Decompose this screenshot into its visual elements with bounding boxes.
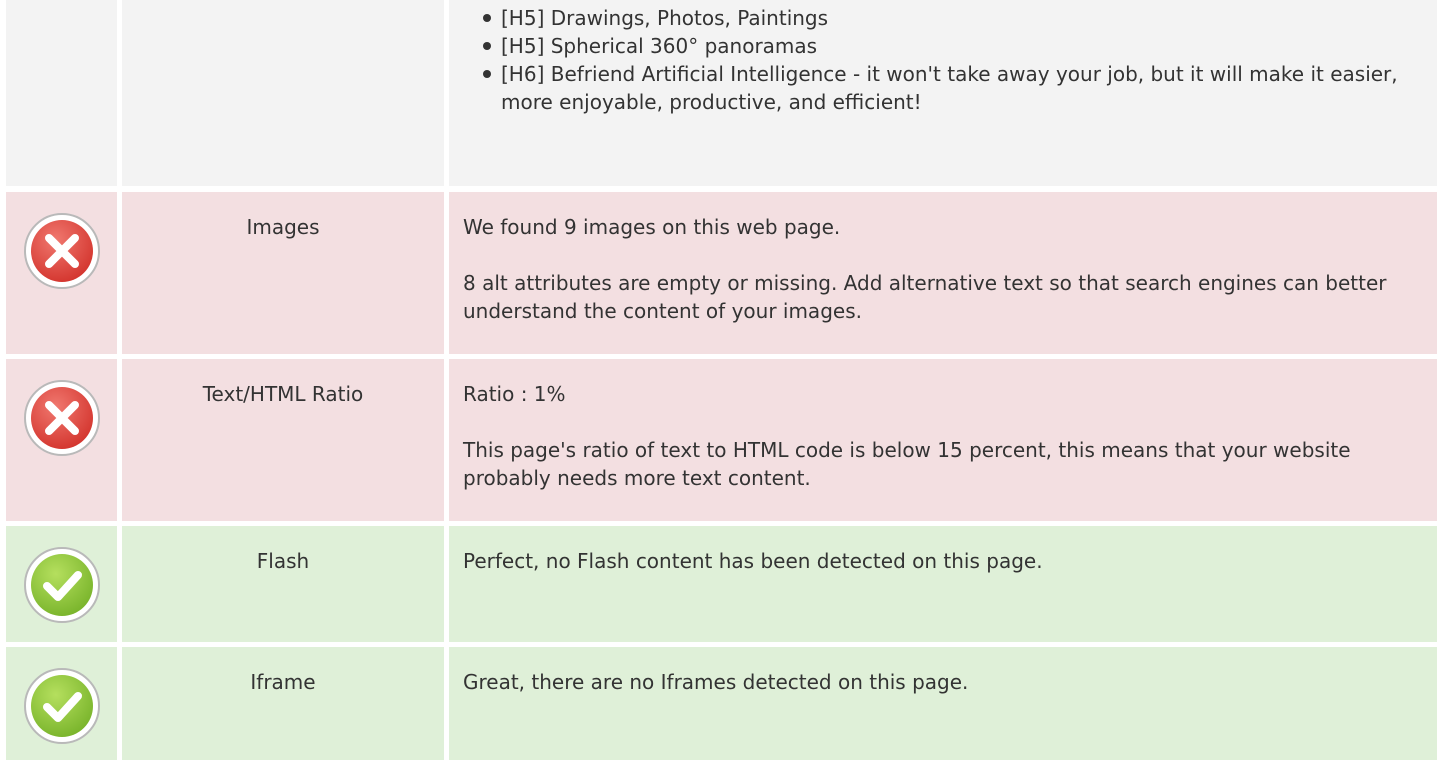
error-x-icon <box>24 380 100 456</box>
check-label: Text/HTML Ratio <box>202 382 364 406</box>
error-x-icon <box>24 213 100 289</box>
check-advice: 8 alt attributes are empty or missing. A… <box>463 271 1387 323</box>
check-label: Iframe <box>250 670 316 694</box>
heading-list-item: [H6] Befriend Artificial Intelligence - … <box>483 60 1423 116</box>
ratio-label-cell: Text/HTML Ratio <box>122 359 444 521</box>
flash-row: Flash Perfect, no Flash content has been… <box>0 526 1443 642</box>
text-html-ratio-row: Text/HTML Ratio Ratio : 1% This page's r… <box>0 359 1443 521</box>
images-label-cell: Images <box>122 192 444 354</box>
seo-report: [H5] Drawings, Photos, Paintings [H5] Sp… <box>0 0 1443 760</box>
heading-list-item: [H5] Spherical 360° panoramas <box>483 32 1423 60</box>
headings-row: [H5] Drawings, Photos, Paintings [H5] Sp… <box>0 0 1443 186</box>
flash-label-cell: Flash <box>122 526 444 642</box>
check-result: We found 9 images on this web page. <box>463 215 841 239</box>
check-icon <box>24 668 100 744</box>
iframe-icon-cell <box>6 647 117 760</box>
check-result: Great, there are no Iframes detected on … <box>463 670 969 694</box>
ratio-icon-cell <box>6 359 117 521</box>
check-icon <box>24 547 100 623</box>
headings-icon-cell <box>6 0 117 186</box>
check-advice: This page's ratio of text to HTML code i… <box>463 438 1351 490</box>
iframe-row: Iframe Great, there are no Iframes detec… <box>0 647 1443 760</box>
flash-body-cell: Perfect, no Flash content has been detec… <box>449 526 1437 642</box>
iframe-label-cell: Iframe <box>122 647 444 760</box>
images-body-cell: We found 9 images on this web page. 8 al… <box>449 192 1437 354</box>
flash-icon-cell <box>6 526 117 642</box>
check-label: Images <box>246 215 320 239</box>
headings-body-cell: [H5] Drawings, Photos, Paintings [H5] Sp… <box>449 0 1437 186</box>
images-icon-cell <box>6 192 117 354</box>
heading-list: [H5] Drawings, Photos, Paintings [H5] Sp… <box>463 0 1423 116</box>
iframe-body-cell: Great, there are no Iframes detected on … <box>449 647 1437 760</box>
heading-list-item: [H5] Drawings, Photos, Paintings <box>483 4 1423 32</box>
headings-label-cell <box>122 0 444 186</box>
ratio-body-cell: Ratio : 1% This page's ratio of text to … <box>449 359 1437 521</box>
check-result: Ratio : 1% <box>463 382 566 406</box>
images-row: Images We found 9 images on this web pag… <box>0 192 1443 354</box>
check-result: Perfect, no Flash content has been detec… <box>463 549 1043 573</box>
check-label: Flash <box>256 549 310 573</box>
